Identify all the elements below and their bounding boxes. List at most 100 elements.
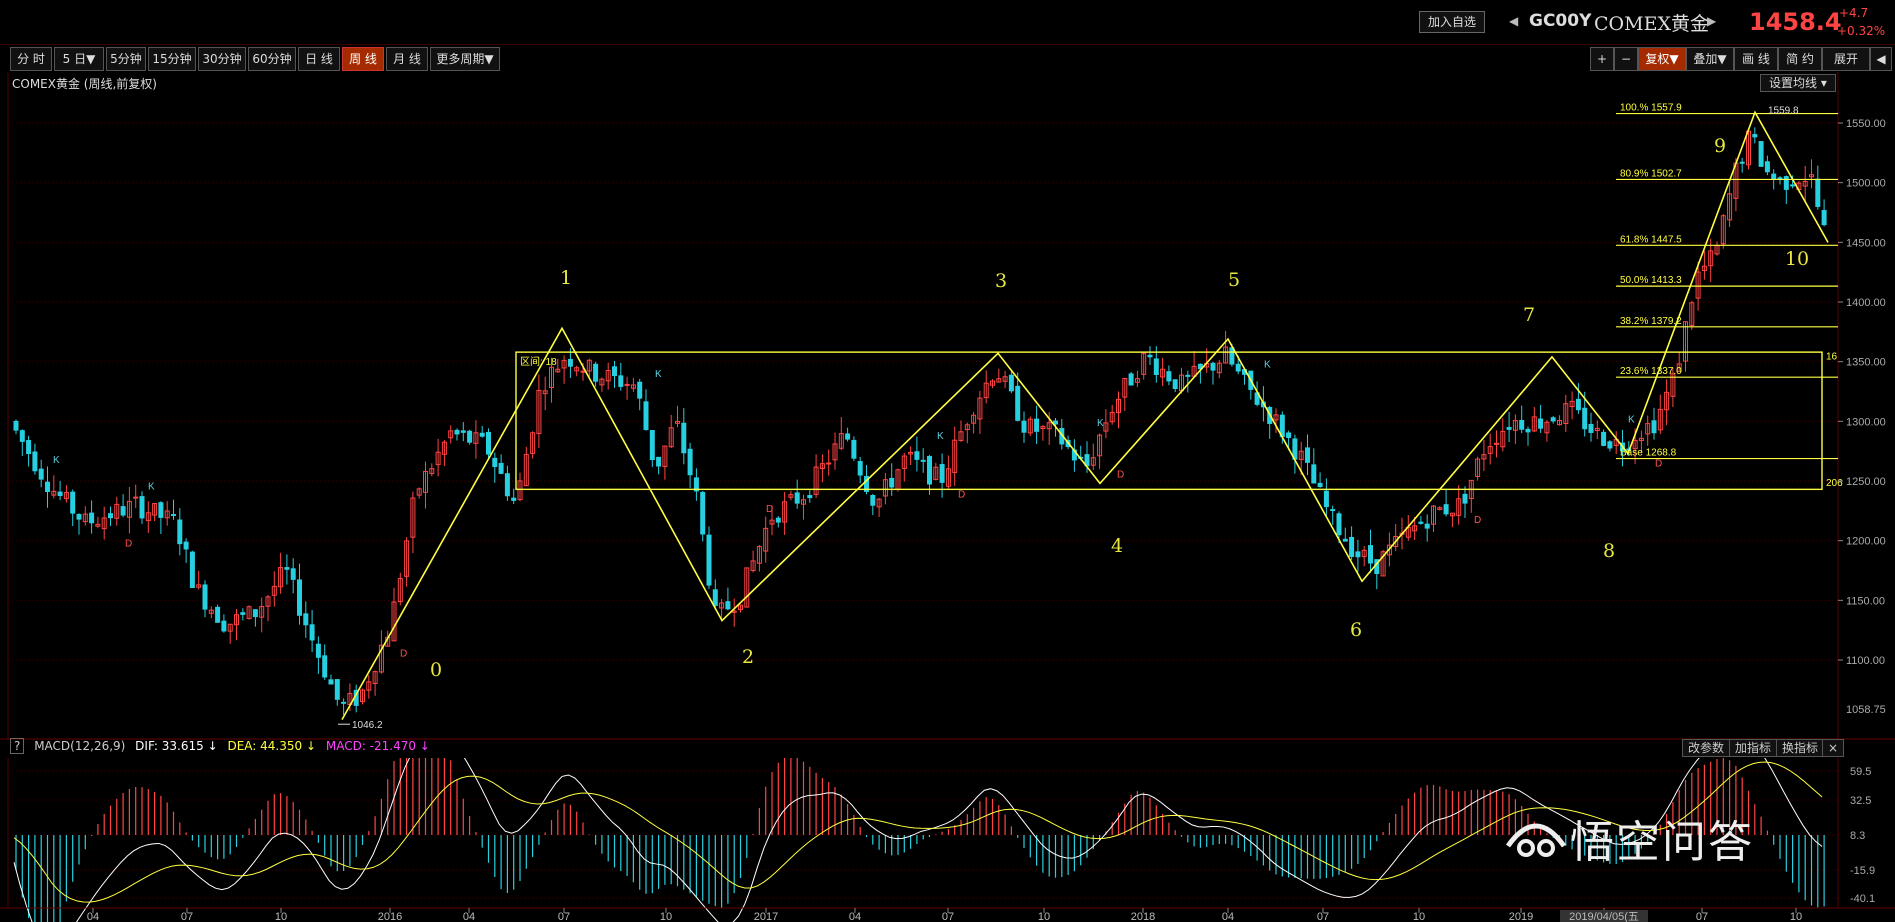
candle-body	[183, 541, 189, 550]
candle-body	[1752, 134, 1758, 138]
candle	[1531, 407, 1537, 433]
candle	[278, 552, 284, 594]
candle	[404, 537, 410, 587]
candle-body	[240, 612, 246, 615]
k-marker: K	[937, 431, 944, 442]
candle	[933, 462, 939, 481]
candle	[1651, 407, 1657, 440]
zoom-in-button[interactable]: +	[1590, 47, 1614, 71]
period-tab-active[interactable]: 周 线	[342, 47, 384, 71]
candle	[530, 431, 536, 459]
candle	[208, 606, 214, 619]
candle	[819, 454, 825, 483]
candle-body	[1185, 374, 1191, 377]
wave-line	[341, 110, 1829, 721]
low-annotation: 1046.2	[352, 720, 383, 731]
add-watchlist-button[interactable]: 加入自选	[1419, 11, 1486, 33]
candle	[334, 679, 340, 706]
candle	[832, 432, 838, 470]
candle	[1821, 199, 1827, 227]
last-price: 1458.4	[1749, 8, 1842, 36]
candle	[63, 485, 69, 503]
k-marker: K	[53, 455, 60, 466]
candle	[1494, 430, 1499, 458]
add-indicator-button[interactable]: 加指标	[1729, 739, 1778, 757]
candle	[1714, 241, 1720, 256]
overlay-dropdown[interactable]: 叠加▼	[1686, 47, 1734, 71]
candle-body	[202, 584, 208, 610]
more-periods-dropdown[interactable]: 更多周期▼	[430, 47, 500, 71]
candle	[290, 558, 296, 594]
candle	[240, 608, 246, 621]
candle	[1456, 485, 1462, 525]
candle	[1216, 359, 1222, 379]
candle	[89, 500, 95, 534]
simple-mode-button[interactable]: 简 约	[1778, 47, 1822, 71]
draw-line-button[interactable]: 画 线	[1734, 47, 1778, 71]
edit-params-button[interactable]: 改参数	[1682, 739, 1731, 757]
candle	[360, 688, 365, 705]
candle	[57, 480, 63, 501]
candle	[152, 503, 158, 522]
period-tab[interactable]: 15分钟	[148, 47, 196, 71]
candle-body	[1128, 373, 1134, 386]
k-marker: K	[1097, 418, 1104, 429]
next-symbol-icon[interactable]: ▶	[1707, 14, 1716, 28]
period-tab[interactable]: 分 时	[10, 47, 52, 71]
prev-symbol-icon[interactable]: ◀	[1509, 14, 1518, 28]
candle	[593, 361, 599, 387]
candlestick-chart[interactable]: 区间: 1816206100.% 1557.980.9% 1502.761.8%…	[0, 72, 1895, 740]
candle	[738, 604, 743, 613]
zoom-out-button[interactable]: −	[1614, 47, 1638, 71]
candle	[1424, 514, 1430, 542]
candle-body	[1311, 464, 1317, 484]
collapse-icon[interactable]: ◀	[1870, 47, 1892, 71]
candle	[744, 567, 750, 608]
candle-body	[920, 459, 926, 462]
candle	[1437, 505, 1443, 511]
candle	[120, 494, 126, 518]
candle	[1071, 439, 1077, 472]
candle-body	[1790, 184, 1796, 187]
fib-label: 23.6% 1337.0	[1620, 366, 1682, 377]
help-button[interactable]: ?	[10, 738, 25, 754]
candle	[618, 362, 624, 391]
period-tab[interactable]: 5分钟	[106, 47, 146, 71]
candle	[983, 370, 989, 404]
candle	[939, 453, 945, 498]
candle	[675, 405, 680, 428]
k-marker: K	[655, 369, 662, 380]
close-indicator-button[interactable]: ×	[1822, 739, 1845, 757]
candle	[1323, 478, 1329, 518]
switch-indicator-button[interactable]: 换指标	[1776, 739, 1825, 757]
candle	[448, 425, 454, 444]
candle	[1122, 377, 1128, 412]
candle	[164, 501, 170, 526]
candle	[1040, 424, 1046, 441]
candle-body	[826, 462, 832, 465]
x-tick-label: 07	[1317, 911, 1329, 922]
candle	[826, 449, 832, 476]
candle	[637, 378, 643, 411]
candle	[265, 594, 271, 622]
candle-body	[712, 589, 718, 606]
expand-button[interactable]: 展开	[1822, 47, 1870, 71]
period-tab[interactable]: 日 线	[298, 47, 340, 71]
candle	[51, 475, 57, 499]
period-tab[interactable]: 5 日▼	[54, 47, 104, 71]
candle	[1116, 391, 1121, 429]
macd-tick-label: 59.5	[1850, 766, 1871, 778]
period-tab[interactable]: 60分钟	[248, 47, 296, 71]
period-tab[interactable]: 30分钟	[198, 47, 246, 71]
candle-body	[889, 477, 895, 488]
macd-tick-label: 8.3	[1850, 830, 1865, 842]
candle	[322, 644, 328, 680]
candle	[605, 362, 611, 390]
time-axis: 04 07 10 2016 04 07 10 2017 04 07 10 2018 04 07 10 2019…	[0, 907, 1895, 922]
fib-label: 61.8% 1447.5	[1620, 234, 1682, 245]
candle	[423, 461, 428, 509]
candle	[196, 570, 202, 590]
adjust-dropdown[interactable]: 复权▼	[1638, 47, 1686, 71]
period-tab[interactable]: 月 线	[386, 47, 428, 71]
candle	[1500, 418, 1506, 452]
